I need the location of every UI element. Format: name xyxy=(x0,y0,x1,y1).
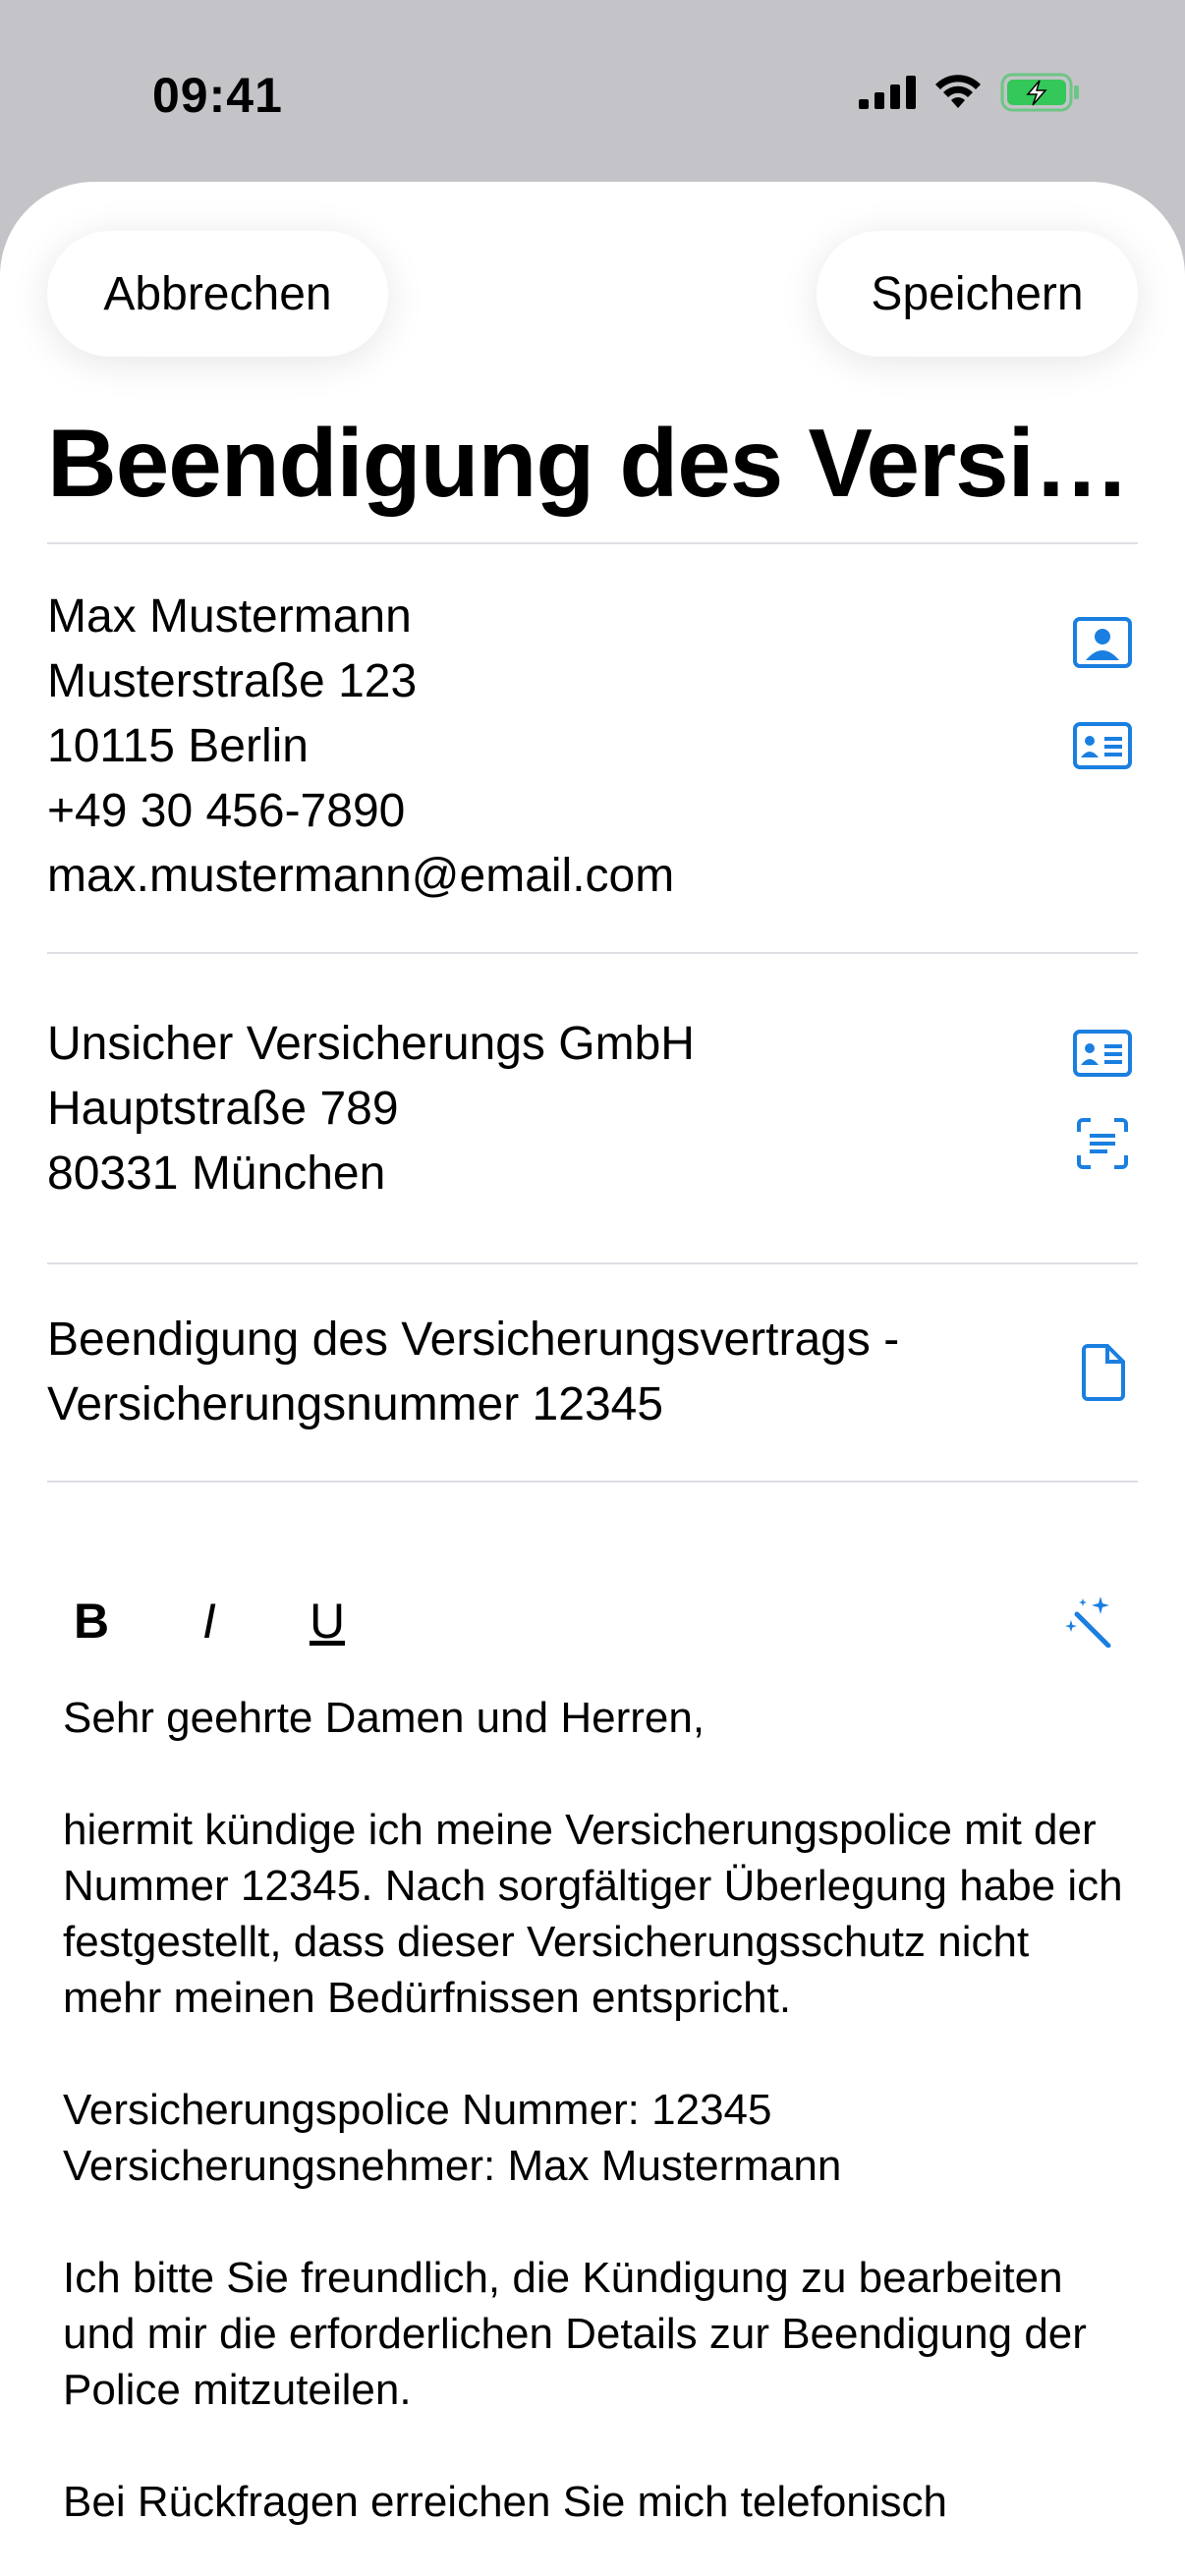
status-bar: 09:41 xyxy=(0,0,1185,187)
status-time: 09:41 xyxy=(152,68,283,123)
scan-text-icon[interactable] xyxy=(1071,1112,1134,1175)
letter-greeting: Sehr geehrte Damen und Herren, xyxy=(63,1694,705,1742)
letter-holder-line: Versicherungsnehmer: Max Mustermann xyxy=(63,2142,842,2190)
divider xyxy=(47,1481,1138,1483)
status-icons xyxy=(859,73,1081,112)
italic-button[interactable]: I xyxy=(165,1582,254,1660)
letter-paragraph: Ich bitte Sie freundlich, die Kündigung … xyxy=(63,2254,1087,2414)
battery-charging-icon xyxy=(1000,73,1079,112)
sender-address[interactable]: Max Mustermann Musterstraße 123 10115 Be… xyxy=(47,585,674,909)
divider xyxy=(47,952,1138,954)
sender-email: max.mustermann@email.com xyxy=(47,850,675,902)
recipient-address[interactable]: Unsicher Versicherungs GmbH Hauptstraße … xyxy=(47,1012,695,1206)
letter-paragraph: hiermit kündige ich meine Versicherungsp… xyxy=(63,1806,1123,2022)
page-title: Beendigung des Versi… xyxy=(47,409,1130,517)
compose-sheet: Abbrechen Speichern Beendigung des Versi… xyxy=(0,182,1185,2576)
cellular-signal-icon xyxy=(859,76,916,109)
subject-line-1: Beendigung des Versicherungsvertrags - xyxy=(47,1314,900,1366)
divider xyxy=(47,1262,1138,1264)
recipient-name: Unsicher Versicherungs GmbH xyxy=(47,1018,695,1070)
recipient-city: 80331 München xyxy=(47,1148,386,1200)
magic-wand-icon[interactable] xyxy=(1056,1590,1119,1652)
sender-street: Musterstraße 123 xyxy=(47,655,418,707)
letter-policy-line: Versicherungspolice Nummer: 12345 xyxy=(63,2086,772,2134)
document-icon[interactable] xyxy=(1071,1341,1134,1404)
sender-name: Max Mustermann xyxy=(47,590,412,643)
contact-card-icon[interactable] xyxy=(1071,1022,1134,1085)
wifi-icon xyxy=(935,75,981,108)
subject-line-2: Versicherungsnummer 12345 xyxy=(47,1378,664,1430)
divider xyxy=(47,542,1138,544)
recipient-street: Hauptstraße 789 xyxy=(47,1083,399,1135)
format-toolbar: B I U xyxy=(47,1572,1138,1670)
bold-button[interactable]: B xyxy=(47,1582,136,1660)
cancel-button[interactable]: Abbrechen xyxy=(47,231,388,357)
save-button[interactable]: Speichern xyxy=(817,231,1138,357)
contact-card-icon[interactable] xyxy=(1071,714,1134,777)
letter-paragraph: Bei Rückfragen erreichen Sie mich telefo… xyxy=(63,2478,948,2526)
sender-phone: +49 30 456-7890 xyxy=(47,785,406,837)
letter-body[interactable]: Sehr geehrte Damen und Herren, hiermit k… xyxy=(63,1690,1124,2576)
contact-photo-icon[interactable] xyxy=(1071,611,1134,674)
subject-field[interactable]: Beendigung des Versicherungsvertrags - V… xyxy=(47,1308,899,1437)
sender-city: 10115 Berlin xyxy=(47,720,309,772)
underline-button[interactable]: U xyxy=(283,1582,371,1660)
